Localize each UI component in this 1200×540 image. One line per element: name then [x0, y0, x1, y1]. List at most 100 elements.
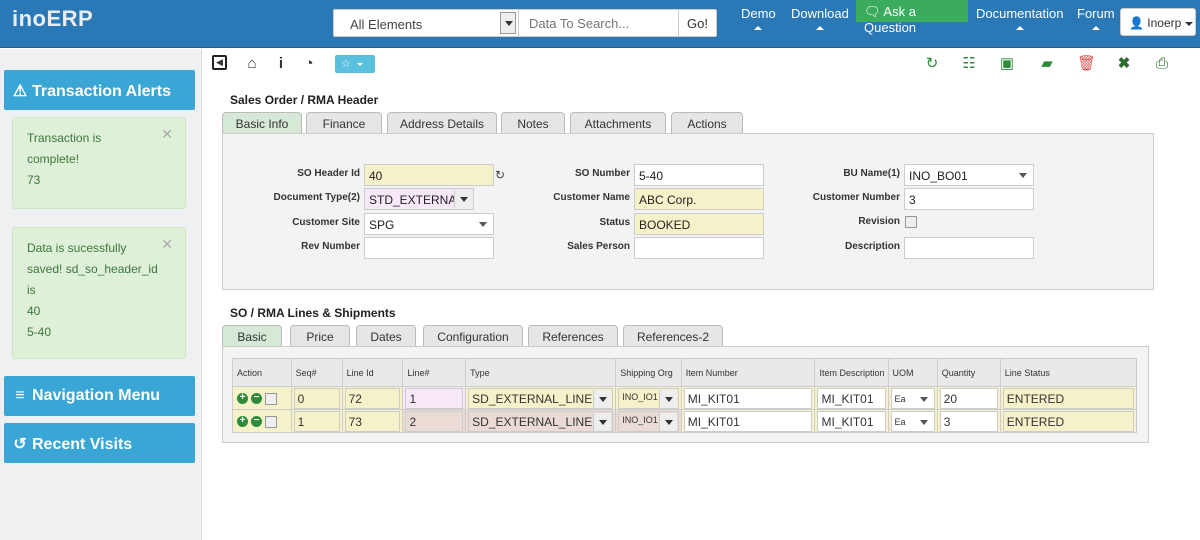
type-cell[interactable]: SD_EXTERNAL_LINE [465, 386, 617, 410]
search-scope-select[interactable]: All Elements [333, 9, 519, 37]
type-cell[interactable]: SD_EXTERNAL_LINE [465, 409, 617, 433]
so-number-field[interactable]: 5-40 [634, 164, 764, 186]
refresh-icon[interactable]: ↻ [923, 55, 941, 73]
so-header-id-field[interactable]: 40 [364, 164, 494, 186]
row-select-checkbox[interactable] [265, 392, 277, 405]
save-icon[interactable]: ▣ [998, 55, 1016, 73]
item-description-cell[interactable]: MI_KIT01 [814, 386, 889, 410]
close-icon[interactable]: ✖ [1115, 55, 1133, 73]
line-number-cell[interactable]: 2 [402, 409, 467, 433]
info-icon[interactable]: i [272, 55, 290, 73]
line-id-cell[interactable]: 73 [341, 409, 404, 433]
tab-basic[interactable]: Basic [222, 325, 282, 347]
app-logo[interactable]: inoERP [12, 6, 93, 32]
alert-text: complete! [27, 152, 80, 166]
nav-documentation[interactable]: Documentation [976, 6, 1063, 30]
document-icon[interactable]: ☷ [960, 55, 978, 73]
seq-value: 0 [293, 387, 340, 409]
close-icon[interactable]: ✕ [161, 124, 173, 145]
refresh-icon[interactable]: ↻ [495, 168, 505, 182]
item-number-cell[interactable]: MI_KIT01 [680, 409, 816, 433]
close-icon[interactable]: ✕ [161, 234, 173, 255]
description-label: Description [844, 241, 900, 252]
tab-configuration[interactable]: Configuration [423, 325, 523, 347]
quantity-cell[interactable]: 3 [936, 409, 1001, 433]
navigation-menu-header[interactable]: ≡ Navigation Menu [4, 376, 195, 416]
tab-references[interactable]: References [528, 325, 618, 347]
delete-icon[interactable]: 🗑 [1077, 55, 1096, 73]
chevron-down-icon [919, 419, 928, 425]
caret-up-icon [1015, 26, 1024, 30]
nav-demo-label: Demo [741, 6, 776, 21]
add-row-icon[interactable]: + [237, 416, 248, 428]
chevron-down-icon [919, 396, 928, 402]
sidebar: ⚠ Transaction Alerts ✕ Transaction is com… [0, 49, 202, 540]
line-status-cell[interactable]: ENTERED [999, 386, 1138, 410]
favorite-button[interactable]: ☆ [335, 55, 375, 73]
customer-name-field[interactable]: ABC Corp. [634, 188, 764, 210]
home-icon[interactable]: ⌂ [243, 55, 261, 73]
item-number-cell[interactable]: MI_KIT01 [680, 386, 816, 410]
shipping-org-cell[interactable]: INO_IO1 [615, 409, 682, 433]
quantity-value: 3 [939, 410, 998, 432]
lines-table: Action Seq# Line Id Line# Type Shipping … [232, 358, 1138, 433]
back-icon[interactable]: ◀ [212, 55, 227, 70]
nav-download[interactable]: Download [791, 6, 849, 30]
ask-question-button[interactable]: 🗨 Ask a Question [856, 0, 968, 35]
recent-visits-header[interactable]: ↺ Recent Visits [4, 423, 195, 463]
uom-cell[interactable]: Ea [887, 409, 938, 433]
quantity-cell[interactable]: 20 [936, 386, 1001, 410]
column-header: Line# [402, 358, 467, 387]
tab-finance[interactable]: Finance [306, 112, 382, 134]
alert-text: 73 [27, 173, 41, 187]
user-menu-button[interactable]: 👤 Inoerp [1120, 8, 1196, 36]
tab-price[interactable]: Price [290, 325, 350, 347]
tab-address-details[interactable]: Address Details [387, 112, 497, 134]
bu-name-select[interactable]: INO_BO01 [904, 164, 1034, 186]
revision-checkbox[interactable] [905, 216, 917, 228]
status-label: Status [599, 217, 630, 228]
shipping-org-cell[interactable]: INO_IO1 [615, 386, 682, 410]
customer-site-value: SPG [369, 218, 395, 232]
search-go-button[interactable]: Go! [679, 9, 717, 37]
item-description-cell[interactable]: MI_KIT01 [814, 409, 889, 433]
tab-attachments[interactable]: Attachments [570, 112, 666, 134]
tab-references-2[interactable]: References-2 [623, 325, 723, 347]
document-type-value: STD_EXTERNAL [369, 193, 464, 207]
description-field[interactable] [904, 237, 1034, 259]
document-type-select[interactable]: STD_EXTERNAL [364, 188, 474, 210]
tab-basic-info[interactable]: Basic Info [222, 112, 302, 134]
tab-actions[interactable]: Actions [671, 112, 743, 134]
dashboard-icon[interactable]: ◔ [300, 55, 318, 73]
print-icon[interactable]: ⎙ [1153, 55, 1171, 73]
customer-number-field[interactable]: 3 [904, 188, 1034, 210]
search-input[interactable] [519, 9, 679, 37]
line-status-cell[interactable]: ENTERED [999, 409, 1138, 433]
caret-up-icon [815, 26, 824, 30]
remove-row-icon[interactable]: − [251, 416, 262, 428]
user-icon: 👤 [1129, 16, 1144, 30]
uom-cell[interactable]: Ea [887, 386, 938, 410]
line-id-value: 73 [344, 410, 401, 432]
rev-number-label: Rev Number [301, 241, 360, 252]
status-field[interactable]: BOOKED [634, 213, 764, 235]
sales-person-field[interactable] [634, 237, 764, 259]
rev-number-field[interactable] [364, 237, 494, 259]
row-select-checkbox[interactable] [265, 415, 277, 428]
remove-row-icon[interactable]: − [251, 393, 262, 405]
global-search: All Elements Go! [333, 9, 717, 37]
nav-demo[interactable]: Demo [741, 6, 776, 30]
line-number-cell[interactable]: 1 [402, 386, 467, 410]
transaction-alerts-header[interactable]: ⚠ Transaction Alerts [4, 70, 195, 110]
menu-icon: ≡ [15, 387, 25, 404]
seq-cell[interactable]: 0 [290, 386, 343, 410]
type-value: SD_EXTERNAL_LINE [472, 391, 593, 406]
seq-cell[interactable]: 1 [290, 409, 343, 433]
tab-notes[interactable]: Notes [501, 112, 565, 134]
add-row-icon[interactable]: + [237, 393, 248, 405]
clear-icon[interactable]: ▰ [1038, 55, 1056, 73]
line-id-cell[interactable]: 72 [341, 386, 404, 410]
customer-site-select[interactable]: SPG [364, 213, 494, 235]
nav-forum[interactable]: Forum [1077, 6, 1115, 30]
tab-dates[interactable]: Dates [356, 325, 416, 347]
